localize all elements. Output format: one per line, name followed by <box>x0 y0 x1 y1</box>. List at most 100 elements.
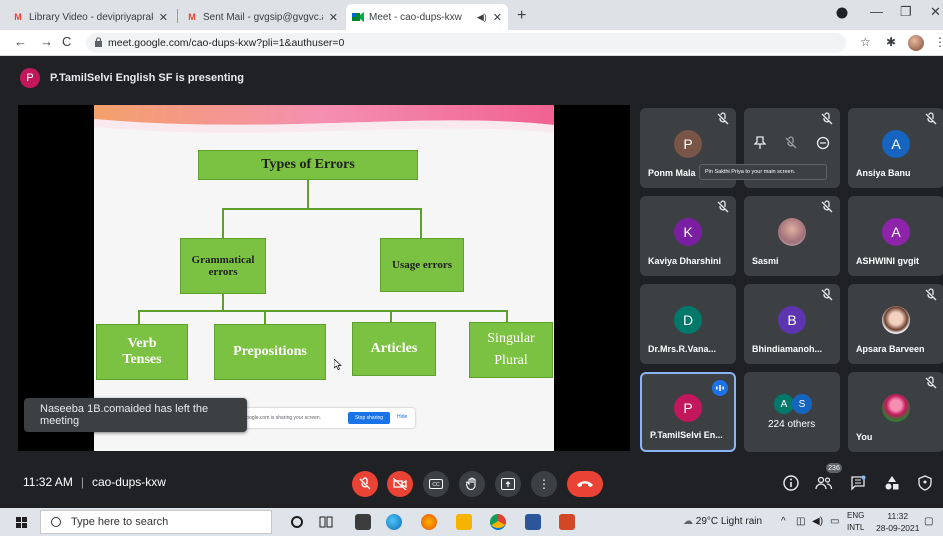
back-button[interactable]: ← <box>14 34 27 49</box>
participant-tile[interactable]: D Dr.Mrs.R.Vana... <box>640 284 736 364</box>
forward-button[interactable]: → <box>40 34 53 49</box>
tray-chevron-icon[interactable]: ^ <box>781 516 786 527</box>
taskbar-clock[interactable]: 11:32 28-09-2021 <box>876 510 919 534</box>
present-screen-button[interactable] <box>495 471 521 497</box>
cortana-icon[interactable] <box>289 514 305 530</box>
others-tile[interactable]: A S 224 others <box>744 372 840 452</box>
taskbar-search-input[interactable]: Type here to search <box>40 510 272 534</box>
speaker-icon[interactable]: ◀) <box>477 12 487 23</box>
participant-tile-presenter[interactable]: P P.TamilSelvi En... <box>640 372 736 452</box>
powerpoint-icon[interactable] <box>559 514 575 530</box>
browser-tab-strip: M Library Video - devipriyaprakash ✕ M S… <box>0 0 943 30</box>
task-view-icon[interactable] <box>318 514 334 530</box>
shield-icon <box>918 475 932 491</box>
pin-tooltip: Pin Sakthi Priya to your main screen. <box>699 164 827 180</box>
tab-sent-mail[interactable]: M Sent Mail - gvgsip@gvgvc.ac.in ✕ <box>180 4 344 30</box>
mic-off-icon <box>821 200 833 213</box>
profile-avatar[interactable] <box>908 35 924 51</box>
captions-button[interactable]: CC <box>423 471 449 497</box>
maximize-button[interactable]: ❐ <box>900 4 912 20</box>
connector <box>420 208 422 238</box>
action-center-icon[interactable]: ▢ <box>924 516 933 527</box>
mic-toggle-button[interactable] <box>352 471 378 497</box>
avatar: P <box>674 130 702 158</box>
meeting-details-button[interactable] <box>781 473 801 493</box>
close-icon[interactable]: ✕ <box>159 11 168 24</box>
grammatical-box: Grammatical errors <box>180 238 266 294</box>
firefox-icon[interactable] <box>421 514 437 530</box>
avatar: P <box>20 68 40 88</box>
participant-tile[interactable]: K Kaviya Dharshini <box>640 196 736 276</box>
chrome-icon[interactable] <box>490 514 506 530</box>
mic-off-icon <box>925 288 937 301</box>
participant-name: P.TamilSelvi En... <box>650 430 723 440</box>
participant-tile[interactable]: Apsara Barveen <box>848 284 943 364</box>
avatar: A <box>774 394 794 414</box>
close-icon[interactable]: ✕ <box>329 11 338 24</box>
close-window-button[interactable]: ✕ <box>930 4 941 20</box>
raise-hand-button[interactable] <box>459 471 485 497</box>
participant-tile[interactable]: Sasmi <box>744 196 840 276</box>
verb-tenses-box: Verb Tenses <box>96 324 188 380</box>
camera-off-icon <box>393 478 407 490</box>
mic-off-icon <box>717 112 729 125</box>
omnibox[interactable]: meet.google.com/cao-dups-kxw?pli=1&authu… <box>86 33 846 53</box>
notification-area-icon[interactable]: ▭ <box>830 516 839 527</box>
network-icon[interactable]: ◫ <box>796 516 805 527</box>
screen-share-bar: meet.google.com is sharing your screen. … <box>225 408 415 428</box>
avatar: K <box>674 218 702 246</box>
media-control-icon[interactable] <box>836 7 848 22</box>
windows-taskbar: Type here to search ☁ 29°C Light rain ^ … <box>0 508 943 536</box>
activities-button[interactable] <box>882 473 902 493</box>
svg-text:CC: CC <box>432 482 440 488</box>
close-icon[interactable]: ✕ <box>493 11 502 24</box>
edge-icon[interactable] <box>386 514 402 530</box>
address-bar: ← → C meet.google.com/cao-dups-kxw?pli=1… <box>0 30 943 56</box>
participant-tile[interactable]: A ASHWINI gvgit <box>848 196 943 276</box>
minimize-button[interactable]: — <box>870 4 883 19</box>
participant-tile[interactable]: A Ansiya Banu <box>848 108 943 188</box>
meeting-info: 11:32 AM | cao-dups-kxw <box>23 475 166 489</box>
separator: | <box>80 475 84 489</box>
self-tile[interactable]: You <box>848 372 943 452</box>
camera-toggle-button[interactable] <box>387 471 413 497</box>
participant-name: Dr.Mrs.R.Vana... <box>648 344 717 354</box>
participant-tile[interactable]: B Bhindiamanoh... <box>744 284 840 364</box>
remove-icon[interactable] <box>816 136 830 153</box>
shapes-icon <box>885 476 899 490</box>
mute-icon[interactable] <box>785 135 797 153</box>
avatar <box>882 306 910 334</box>
volume-icon[interactable]: ◀) <box>812 516 823 527</box>
store-icon[interactable] <box>355 514 371 530</box>
input-language[interactable]: ENG INTL <box>847 510 864 534</box>
connector <box>138 310 508 312</box>
weather-widget[interactable]: ☁ 29°C Light rain <box>683 516 762 527</box>
host-controls-button[interactable] <box>915 473 935 493</box>
word-icon[interactable] <box>525 514 541 530</box>
extensions-icon[interactable]: ✱ <box>886 35 896 49</box>
windows-start-icon[interactable] <box>16 517 27 528</box>
new-tab-button[interactable]: + <box>517 7 526 25</box>
connector <box>307 180 309 208</box>
pin-icon[interactable] <box>753 135 767 153</box>
hand-icon <box>466 477 476 491</box>
leave-call-button[interactable] <box>567 471 603 497</box>
participant-name: Apsara Barveen <box>856 344 925 354</box>
people-button[interactable] <box>814 473 834 493</box>
clock-date: 28-09-2021 <box>876 523 920 533</box>
bookmark-star-icon[interactable]: ☆ <box>860 35 871 49</box>
mic-off-icon <box>925 112 937 125</box>
more-options-button[interactable]: ⋮ <box>531 471 557 497</box>
avatar: A <box>882 218 910 246</box>
speaking-indicator-icon <box>712 380 728 396</box>
tab-library-video[interactable]: M Library Video - devipriyaprakash ✕ <box>6 4 174 30</box>
connector <box>222 208 422 210</box>
lang-line-1: ENG <box>847 511 865 520</box>
reload-button[interactable]: C <box>62 34 71 49</box>
tab-meet[interactable]: Meet - cao-dups-kxw ◀) ✕ <box>346 4 508 30</box>
participant-name: You <box>856 432 873 442</box>
file-explorer-icon[interactable] <box>456 514 472 530</box>
chat-button[interactable] <box>848 473 868 493</box>
menu-kebab-icon[interactable]: ⋮ <box>934 35 943 49</box>
kebab-icon: ⋮ <box>538 477 550 491</box>
